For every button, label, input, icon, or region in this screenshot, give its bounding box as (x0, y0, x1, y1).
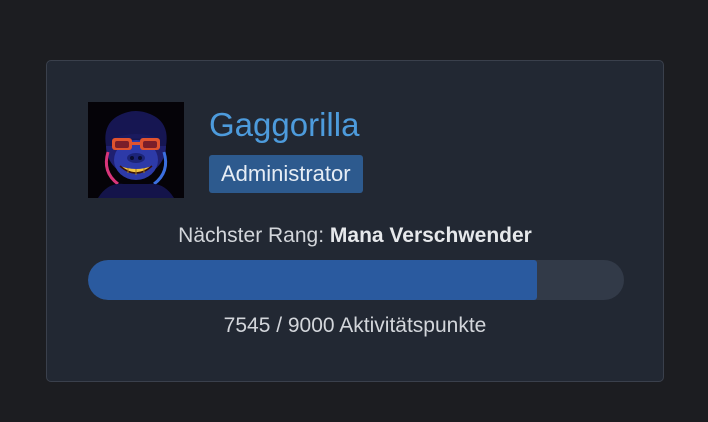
next-rank-line: Nächster Rang: Mana Verschwender (47, 223, 663, 249)
username-link[interactable]: Gaggorilla (209, 105, 359, 145)
user-rank-card: Gaggorilla Administrator Nächster Rang: … (46, 60, 664, 382)
avatar[interactable] (88, 102, 184, 198)
role-badge: Administrator (209, 155, 363, 193)
next-rank-label: Nächster Rang: (178, 224, 325, 247)
next-rank-name: Mana Verschwender (329, 224, 532, 247)
gorilla-with-sunglasses-icon (88, 102, 184, 198)
activity-points-text: 7545 / 9000 Aktivitätspunkte (223, 314, 487, 337)
activity-progress-fill (88, 260, 538, 300)
activity-progress-bar (88, 260, 624, 300)
